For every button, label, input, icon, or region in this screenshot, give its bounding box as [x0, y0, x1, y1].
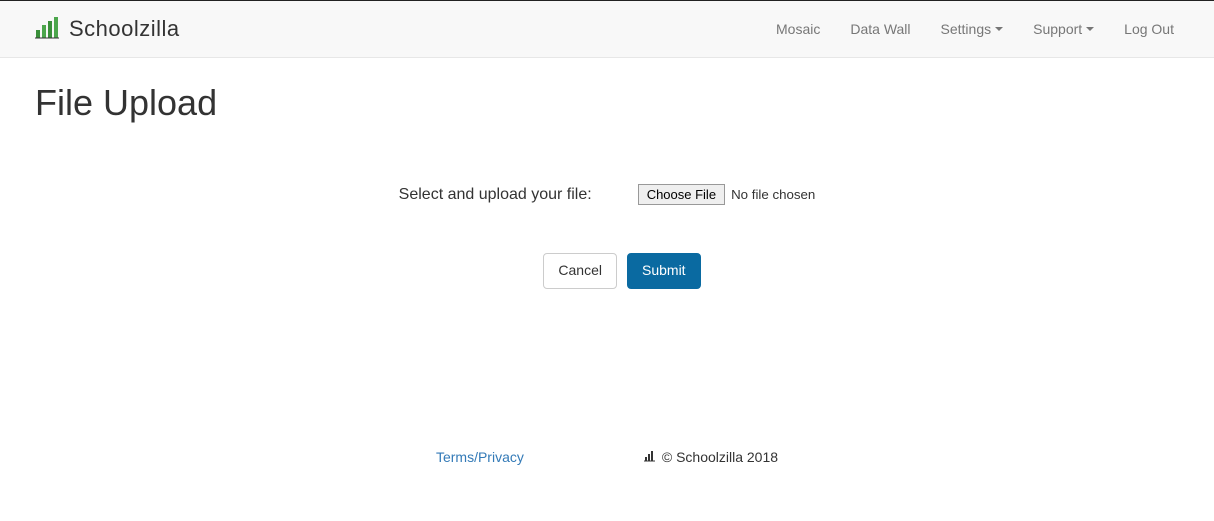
choose-file-button[interactable]: Choose File: [638, 184, 725, 205]
brand[interactable]: Schoolzilla: [35, 16, 180, 43]
button-row: Cancel Submit: [543, 253, 700, 289]
bar-chart-icon: [644, 449, 656, 465]
nav-mosaic[interactable]: Mosaic: [776, 21, 820, 37]
nav-logout[interactable]: Log Out: [1124, 21, 1174, 37]
nav-links: Mosaic Data Wall Settings Support Log Ou…: [776, 21, 1194, 37]
nav-datawall[interactable]: Data Wall: [850, 21, 910, 37]
nav-support[interactable]: Support: [1033, 21, 1094, 37]
submit-button[interactable]: Submit: [627, 253, 701, 289]
navbar: Schoolzilla Mosaic Data Wall Settings Su…: [0, 0, 1214, 58]
upload-form: Select and upload your file: Choose File…: [35, 184, 1179, 289]
caret-down-icon: [995, 27, 1003, 31]
form-row: Select and upload your file: Choose File…: [399, 184, 816, 205]
nav-settings[interactable]: Settings: [941, 21, 1004, 37]
cancel-button[interactable]: Cancel: [543, 253, 617, 289]
terms-link[interactable]: Terms: [436, 449, 474, 465]
file-input[interactable]: Choose File No file chosen: [638, 184, 816, 205]
footer-links: Terms/Privacy: [436, 449, 524, 465]
file-status: No file chosen: [731, 187, 815, 202]
footer-copyright: © Schoolzilla 2018: [644, 449, 778, 465]
footer: Terms/Privacy © Schoolzilla 2018: [0, 429, 1214, 485]
nav-support-label: Support: [1033, 21, 1082, 37]
copyright-text: © Schoolzilla 2018: [662, 449, 778, 465]
page-title: File Upload: [35, 82, 1179, 124]
nav-settings-label: Settings: [941, 21, 992, 37]
brand-name: Schoolzilla: [69, 16, 180, 42]
caret-down-icon: [1086, 27, 1094, 31]
privacy-link[interactable]: Privacy: [478, 449, 524, 465]
upload-label: Select and upload your file:: [399, 186, 592, 204]
logo-icon: [35, 16, 63, 43]
main-container: File Upload Select and upload your file:…: [0, 58, 1214, 289]
